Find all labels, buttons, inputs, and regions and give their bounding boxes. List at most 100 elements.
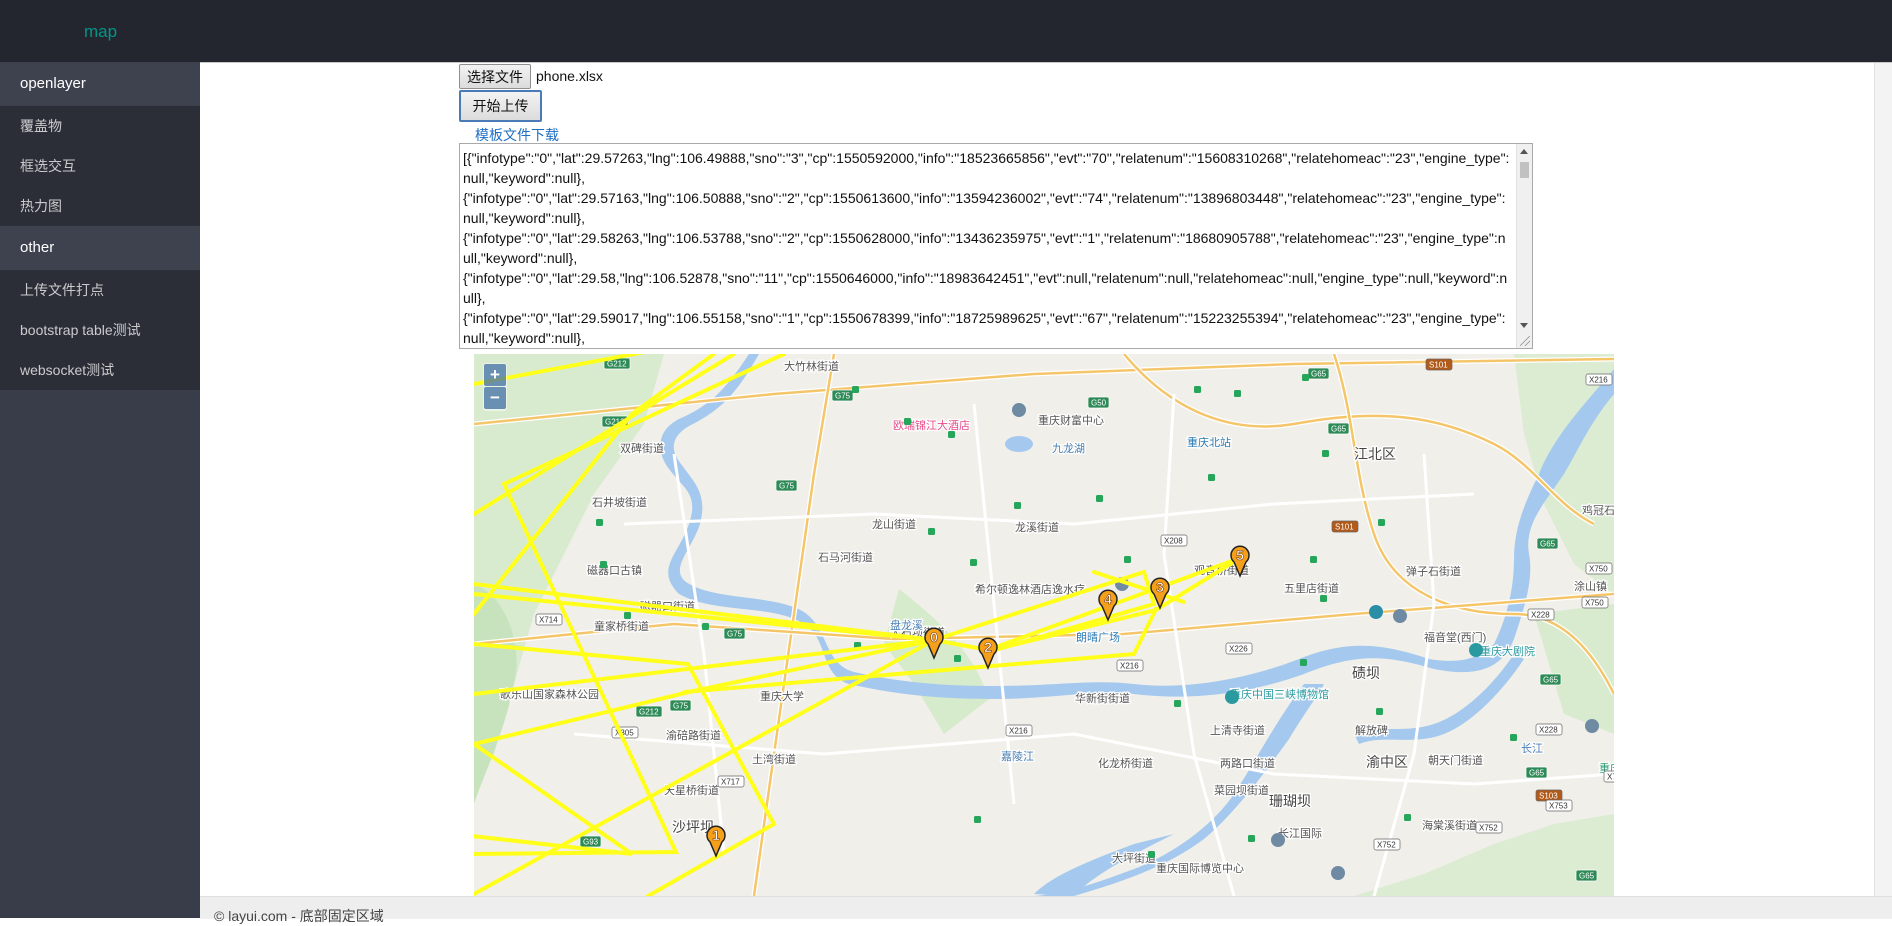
poi-icon [1014,502,1021,509]
road-shield: G75 [775,479,798,492]
map-canvas[interactable]: 大竹林街道重庆财富中心欧瑞锦江大酒店九龙湖 重庆北站江北区双碑街道石井坡街道龙山街… [474,354,1614,896]
road-shield: G65 [1525,766,1548,779]
poi-icon [600,561,607,568]
road-shield: G75 [669,699,692,712]
map-label: 碛坝 [1352,665,1380,681]
map-label: 希尔顿逸林酒店逸水疗 [975,582,1085,596]
map-label: 盘龙溪 [890,618,923,632]
map-label: 重庆大学 [760,689,804,703]
map-label: 九龙湖 [1052,442,1085,455]
poi-icon [1124,556,1131,563]
json-line: [{"infotype":"0","lat":29.57263,"lng":10… [463,150,1510,186]
road-shield: G50 [1087,396,1110,409]
svg-text:X228: X228 [1531,611,1550,620]
textarea-scrollbar[interactable] [1516,144,1532,348]
poi-icon [1404,814,1411,821]
page-footer: © layui.com - 底部固定区域 [200,896,1892,924]
svg-text:X228: X228 [1539,726,1558,735]
map-label: 双碑街道 [620,441,664,455]
json-output-text: [{"infotype":"0","lat":29.57263,"lng":10… [463,148,1513,348]
scroll-up-arrow-icon[interactable] [1520,149,1528,154]
road-shield: X208 [1160,534,1188,547]
road-shield: X750 [1585,562,1613,575]
map-label: 菜园坝街道 [1214,783,1269,797]
json-line: {"infotype":"0","lat":29.58263,"lng":106… [463,230,1506,266]
road-shield: X752 [1475,821,1503,834]
nav-item-overlay[interactable]: 覆盖物 [0,106,200,146]
map-label: 长江 [1521,742,1543,755]
resize-grip-icon[interactable] [1520,336,1530,346]
map-label: 大竹林街道 [784,359,839,373]
start-upload-button[interactable]: 开始上传 [459,90,542,122]
svg-text:S101: S101 [1429,361,1448,370]
scroll-thumb[interactable] [1520,162,1529,178]
place-pin-icon [1225,690,1239,704]
poi-icon [1320,595,1327,602]
svg-text:X208: X208 [1164,537,1183,546]
choose-file-button[interactable]: 选择文件 [459,64,531,89]
nav-group-openlayer[interactable]: openlayer [0,62,200,106]
nav-group-other[interactable]: other [0,226,200,270]
poi-icon [1174,700,1181,707]
page-scrollbar[interactable] [1874,63,1892,898]
poi-icon [1302,374,1309,381]
road-shield: X753 [1545,799,1573,812]
road-shield: X750 [1581,596,1609,609]
road-shield: X226 [1225,642,1253,655]
svg-text:X753: X753 [1549,802,1568,811]
map-marker-label: 0 [930,629,938,645]
svg-text:G65: G65 [1529,769,1545,778]
place-pin-icon [1585,719,1599,733]
road-shield: X228 [1527,608,1555,621]
poi-icon [904,418,911,425]
map-label: 重庆中国三峡博物馆 [1230,687,1329,701]
road-shield: G65 [1327,422,1350,435]
scroll-down-arrow-icon[interactable] [1520,323,1528,328]
zoom-in-button[interactable]: + [484,364,506,386]
place-pin-icon [1369,605,1383,619]
map-label: 江北区 [1354,446,1396,462]
road-shield: X305 [611,726,639,739]
json-line: {"infotype":"0","lat":29.58,"lng":106.52… [463,270,1508,306]
svg-text:S103: S103 [1539,792,1558,801]
map-label: 石马河街道 [818,550,873,564]
zoom-out-button[interactable]: − [484,387,506,409]
road-shield: S103 [1535,789,1563,802]
json-line: {"infotype":"0","lat":29.59017,"lng":106… [463,310,1506,346]
road-shield: S101 [1331,520,1359,533]
map-label: 朗晴广场 [1076,630,1120,644]
poi-icon [624,612,631,619]
poi-icon [596,519,603,526]
nav-item-box-select[interactable]: 框选交互 [0,146,200,186]
json-output-textarea[interactable]: [{"infotype":"0","lat":29.57263,"lng":10… [459,143,1533,349]
svg-text:X216: X216 [1120,662,1139,671]
nav-item-websocket[interactable]: websocket测试 [0,350,200,390]
svg-text:X216: X216 [1009,727,1028,736]
map-label: 化龙桥街道 [1098,756,1153,770]
map-label: 鸡冠石 [1582,503,1614,517]
road-shield: X216 [1005,724,1033,737]
nav-item-upload-points[interactable]: 上传文件打点 [0,270,200,310]
nav-item-heatmap[interactable]: 热力图 [0,186,200,226]
poi-icon [1194,386,1201,393]
svg-text:S101: S101 [1335,523,1354,532]
svg-text:G65: G65 [1540,540,1556,549]
road-shield: X216 [1116,659,1144,672]
map-label: 重庆财富中心 [1038,413,1104,427]
poi-icon [1378,519,1385,526]
template-download-link[interactable]: 模板文件下载 [475,125,559,145]
road-shield: X216 [1585,373,1613,386]
road-shield: X228 [1535,723,1563,736]
zoom-control: + − [483,363,507,411]
poi-icon [970,559,977,566]
map-marker-label: 5 [1236,547,1244,563]
map-view[interactable]: 大竹林街道 重庆财富中心 欧瑞锦江大酒店 九龙湖 重庆北站 江北区 双碑街道 石井坡街道 龙山街… [474,354,1614,896]
nav-submenu-openlayer: 覆盖物 框选交互 热力图 [0,106,200,226]
map-label: 石井坡街道 [592,495,647,509]
svg-text:G212: G212 [639,708,659,717]
app-logo[interactable]: map [84,22,117,42]
road-shield: G65 [1575,869,1598,882]
nav-item-bootstrap-table[interactable]: bootstrap table测试 [0,310,200,350]
svg-text:G93: G93 [583,838,599,847]
road-shield: G65 [1539,673,1562,686]
